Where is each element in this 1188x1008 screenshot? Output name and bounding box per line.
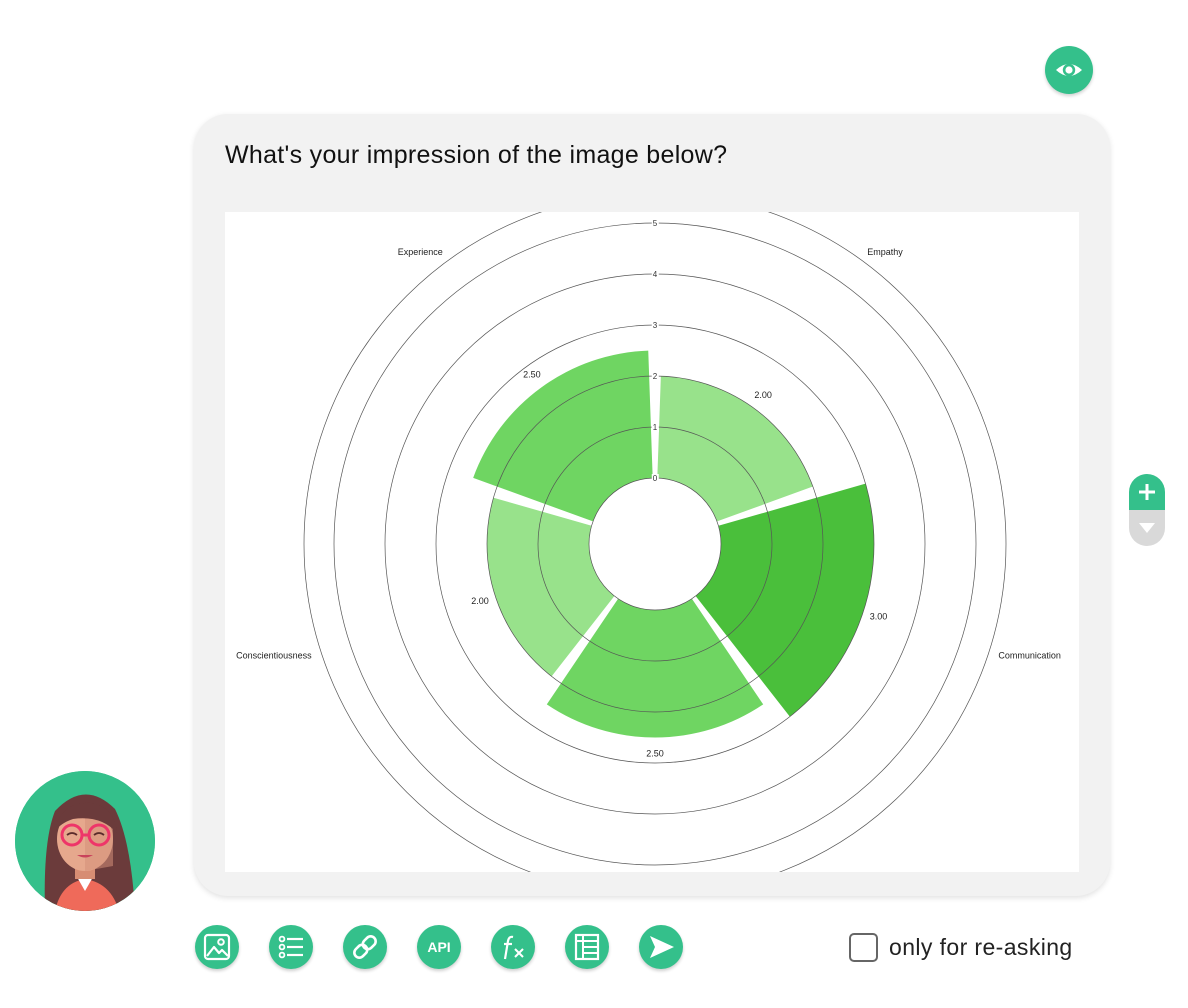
question-text: What's your impression of the image belo… xyxy=(225,141,728,169)
avatar xyxy=(15,771,155,911)
eye-icon xyxy=(1056,63,1082,77)
chart-radial-tick-label: 2 xyxy=(653,372,658,381)
chart-image: 012345Ideal FitEmpathyCommunicationResou… xyxy=(225,212,1079,872)
reask-option[interactable]: only for re-asking xyxy=(849,931,1073,963)
chart-radial-tick-label: 3 xyxy=(653,321,658,330)
list-icon xyxy=(278,935,303,959)
image-icon xyxy=(203,933,231,961)
chart-grid-ring xyxy=(588,477,722,611)
table-icon xyxy=(574,933,600,961)
api-icon: API xyxy=(427,939,451,955)
question-card: What's your impression of the image belo… xyxy=(194,114,1110,896)
insert-api-button[interactable]: API xyxy=(417,925,461,969)
chart-grid-ring xyxy=(333,222,977,866)
insert-formula-button[interactable] xyxy=(491,925,535,969)
send-button[interactable] xyxy=(639,925,683,969)
chart-value-label: 2.00 xyxy=(471,596,489,606)
chart-value-label: 2.50 xyxy=(523,370,541,380)
insert-image-button[interactable] xyxy=(195,925,239,969)
chart-radial-tick-label: 1 xyxy=(653,423,658,432)
chart-bar xyxy=(473,350,653,522)
chart-category-label: Conscientiousness xyxy=(236,651,312,661)
chart-category-label: Communication xyxy=(998,651,1061,661)
reask-label: only for re-asking xyxy=(889,933,1073,960)
insert-table-button[interactable] xyxy=(565,925,609,969)
link-icon xyxy=(353,935,377,959)
chart-bar xyxy=(657,376,813,522)
triangle-down-icon xyxy=(1139,523,1155,533)
plus-icon xyxy=(1139,484,1155,500)
collapse-button[interactable] xyxy=(1129,510,1165,546)
chart-outer-ring xyxy=(303,212,1007,872)
add-button[interactable] xyxy=(1129,474,1165,510)
chart-category-label: Empathy xyxy=(867,247,903,257)
insert-list-button[interactable] xyxy=(269,925,313,969)
reask-checkbox[interactable] xyxy=(849,932,878,962)
chart-radial-tick-label: 0 xyxy=(653,474,658,483)
chart-category-label: Experience xyxy=(398,247,443,257)
chart-value-label: 2.50 xyxy=(646,749,664,759)
chart-radial-tick-label: 4 xyxy=(653,270,658,279)
avatar-illustration xyxy=(15,771,155,911)
chart-radial-tick-label: 5 xyxy=(653,219,658,228)
insert-link-button[interactable] xyxy=(343,925,387,969)
preview-button[interactable] xyxy=(1045,46,1093,94)
chart-value-label: 2.00 xyxy=(754,390,772,400)
chart-value-label: 3.00 xyxy=(870,612,888,622)
send-icon xyxy=(650,936,674,958)
card-side-controls xyxy=(1129,474,1165,546)
formula-icon xyxy=(503,935,524,960)
polar-bar-chart: 012345Ideal FitEmpathyCommunicationResou… xyxy=(236,212,1061,872)
